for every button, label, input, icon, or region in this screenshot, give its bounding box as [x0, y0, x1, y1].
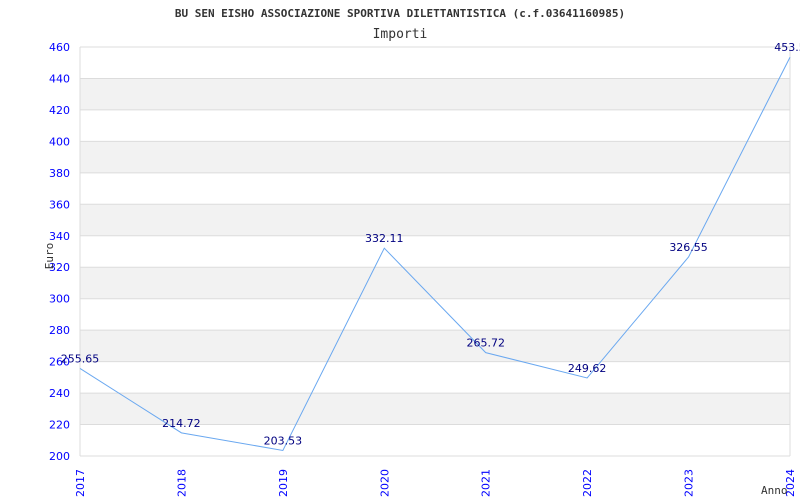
y-tick-label: 420 [49, 104, 70, 117]
y-tick-label: 280 [49, 324, 70, 337]
y-tick-label: 360 [49, 198, 70, 211]
data-label: 203.53 [264, 434, 303, 447]
y-axis-label: Euro [43, 243, 56, 270]
x-axis-label: Anno [761, 484, 788, 497]
x-tick-label: 2018 [175, 469, 188, 497]
x-tick-label: 2020 [378, 469, 391, 497]
x-tick-label: 2023 [683, 469, 696, 497]
data-label: 255.65 [61, 352, 100, 365]
y-tick-label: 380 [49, 167, 70, 180]
data-label: 332.11 [365, 232, 404, 245]
y-tick-label: 220 [49, 419, 70, 432]
grid-band [80, 330, 790, 362]
chart-title: BU SEN EISHO ASSOCIAZIONE SPORTIVA DILET… [175, 7, 625, 20]
data-label: 326.55 [669, 241, 708, 254]
data-label: 214.72 [162, 417, 201, 430]
line-chart: BU SEN EISHO ASSOCIAZIONE SPORTIVA DILET… [43, 7, 800, 497]
y-tick-label: 200 [49, 450, 70, 463]
y-tick-label: 240 [49, 387, 70, 400]
x-tick-label: 2019 [277, 469, 290, 497]
grid-band [80, 141, 790, 173]
y-tick-label: 440 [49, 72, 70, 85]
y-tick-label: 340 [49, 230, 70, 243]
data-label: 453.5 [774, 41, 800, 54]
y-tick-label: 460 [49, 41, 70, 54]
x-tick-label: 2017 [74, 469, 87, 497]
data-label: 265.72 [466, 337, 505, 350]
grid-band [80, 204, 790, 236]
chart-subtitle: Importi [373, 27, 428, 42]
y-tick-label: 300 [49, 293, 70, 306]
grid-band [80, 267, 790, 299]
x-tick-label: 2022 [581, 469, 594, 497]
y-tick-label: 400 [49, 135, 70, 148]
grid-band [80, 78, 790, 110]
x-tick-label: 2021 [480, 469, 493, 497]
data-label: 249.62 [568, 362, 607, 375]
